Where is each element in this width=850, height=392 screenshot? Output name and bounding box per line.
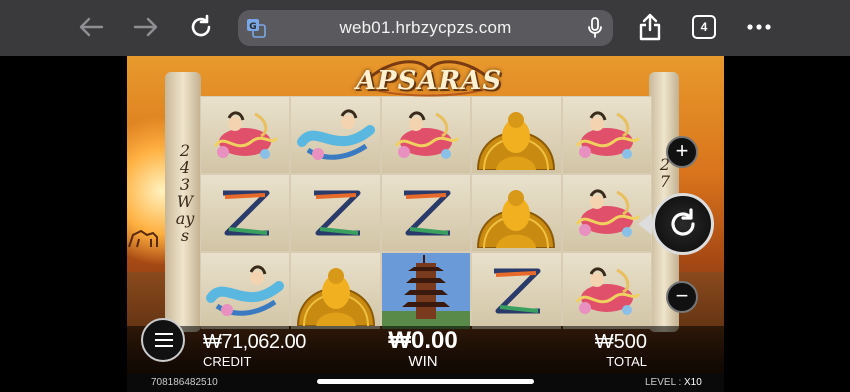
ways-label: 243 Ways xyxy=(175,141,195,245)
share-icon[interactable] xyxy=(635,12,665,42)
slot-game: 243 Ways 27 APSARAS + − ₩71,062.00 CREDI… xyxy=(127,56,724,392)
reel-3 xyxy=(381,97,471,329)
spin-icon xyxy=(671,208,695,236)
apsara-2-icon xyxy=(201,253,290,329)
z-symbol-icon xyxy=(381,175,471,251)
browser-toolbar: G web01.hrbzycpzs.com 4 xyxy=(0,0,850,56)
apsara-icon xyxy=(201,97,290,173)
buddha-icon xyxy=(472,97,561,173)
reel-4 xyxy=(472,97,561,329)
z-symbol-icon xyxy=(472,253,561,329)
address-bar[interactable]: G web01.hrbzycpzs.com xyxy=(238,10,613,46)
total-bet-label: TOTAL xyxy=(606,354,647,369)
bet-increase-button[interactable]: + xyxy=(666,136,698,168)
apsara-2-icon xyxy=(291,97,380,173)
back-arrow-icon[interactable] xyxy=(76,12,106,42)
more-options-icon[interactable] xyxy=(744,12,774,42)
apsara-icon xyxy=(562,97,651,173)
credit-label: CREDIT xyxy=(203,354,252,369)
buddha-icon xyxy=(472,175,561,251)
microphone-icon[interactable] xyxy=(587,17,603,39)
z-symbol-icon xyxy=(291,175,380,251)
menu-icon xyxy=(155,333,173,335)
menu-icon-line xyxy=(155,345,173,347)
home-indicator xyxy=(317,379,534,384)
spin-pointer-icon xyxy=(638,213,652,235)
pagoda-icon xyxy=(381,253,471,329)
level-value: X10 xyxy=(684,377,702,388)
screen: G web01.hrbzycpzs.com 4 243 Ways 27 APSA… xyxy=(0,0,850,392)
apsara-icon xyxy=(381,97,471,173)
level-label: LEVEL : xyxy=(645,377,682,388)
spin-button[interactable] xyxy=(652,193,714,255)
menu-icon-line xyxy=(155,339,173,341)
session-id: 708186482510 xyxy=(151,377,218,388)
bet-decrease-button[interactable]: − xyxy=(666,281,698,313)
apsara-icon xyxy=(562,253,651,329)
menu-button[interactable] xyxy=(141,318,185,362)
reel-grid xyxy=(200,96,652,329)
reel-2 xyxy=(291,97,380,329)
win-value: ₩0.00 xyxy=(388,327,458,354)
z-symbol-icon xyxy=(201,175,290,251)
forward-arrow-icon[interactable] xyxy=(131,12,161,42)
reel-1 xyxy=(201,97,290,329)
win-label: WIN xyxy=(408,353,438,370)
tabs-button[interactable]: 4 xyxy=(692,15,716,39)
credit-value: ₩71,062.00 xyxy=(203,331,306,353)
game-logo: APSARAS xyxy=(355,58,503,102)
buddha-icon xyxy=(291,253,380,329)
url-text[interactable]: web01.hrbzycpzs.com xyxy=(238,18,613,38)
logo-text: APSARAS xyxy=(355,66,503,96)
reload-icon[interactable] xyxy=(186,12,216,42)
total-bet-value: ₩500 xyxy=(594,331,647,353)
